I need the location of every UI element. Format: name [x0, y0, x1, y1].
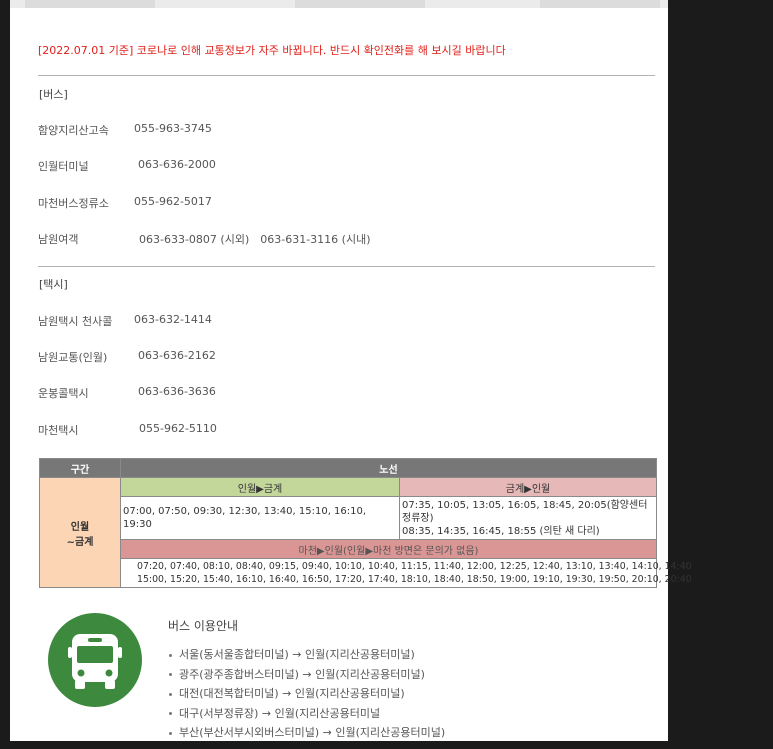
contact-phone: 063-636-3636: [138, 385, 216, 398]
route-b-times: 07:35, 10:05, 13:05, 16:05, 18:45, 20:05…: [399, 496, 657, 540]
taxi-section-title: [택시]: [39, 278, 68, 291]
list-item: 부산(부산서부시외버스터미널) → 인월(지리산공용터미널): [166, 723, 445, 743]
contact-name: 인월터미널: [38, 160, 89, 173]
contact-name: 함양지리산고속: [38, 124, 109, 137]
timetable-section-name: 인월 ~금계: [39, 477, 121, 588]
divider: [38, 75, 655, 76]
contact-name: 남원교통(인월): [38, 351, 108, 364]
times-text: 08:35, 14:35, 16:45, 18:55 (의탄 새 다리): [402, 525, 600, 537]
bullet-icon: [169, 653, 172, 657]
contact-name: 마천택시: [38, 424, 79, 437]
notice-text: [2022.07.01 기준] 코로나로 인해 교통정보가 자주 바뀝니다. 반…: [38, 42, 506, 58]
timetable-header-route: 노선: [120, 458, 657, 478]
contact-phone: 063-633-0807 (시외) 063-631-3116 (시내): [139, 233, 371, 246]
contact-phone: 055-962-5017: [134, 195, 212, 208]
window-frame-bottom: [0, 741, 773, 749]
section-name-line: ~금계: [66, 536, 94, 548]
top-tab[interactable]: [295, 0, 425, 8]
list-item-text: 대구(서부정류장) → 인월(지리산공용터미널: [179, 706, 381, 720]
contact-name: 운봉콜택시: [38, 387, 89, 400]
window-frame-right: [668, 0, 773, 749]
times-text: 07:35, 10:05, 13:05, 16:05, 18:45, 20:05…: [402, 499, 648, 524]
bus-timetable: 구간 노선 인월 ~금계 인월▶금계 금계▶인월 07:00, 07:50, 0…: [39, 458, 692, 588]
route-c-header: 마천▶인월(인월▶마천 방면은 문의가 없음): [120, 539, 657, 559]
contact-phone: 055-962-5110: [139, 422, 217, 435]
list-item: 대구(서부정류장) → 인월(지리산공용터미널: [166, 704, 445, 724]
times-text: 15:00, 15:20, 15:40, 16:10, 16:40, 16:50…: [137, 574, 692, 585]
contact-phone: 063-632-1414: [134, 313, 212, 326]
bullet-icon: [169, 712, 172, 715]
top-tab[interactable]: [540, 0, 660, 8]
section-name-line: 인월: [70, 521, 90, 533]
bullet-icon: [169, 692, 172, 696]
page-content: [2022.07.01 기준] 코로나로 인해 교통정보가 자주 바뀝니다. 반…: [10, 8, 692, 743]
window-frame-left: [0, 0, 10, 749]
contact-phone: 063-636-2162: [138, 349, 216, 362]
list-item: 서울(동서울종합터미널) → 인월(지리산공용터미널): [166, 645, 445, 665]
list-item-text: 대전(대전복합터미널) → 인월(지리산공용터미널): [179, 687, 405, 700]
bullet-icon: [169, 731, 172, 735]
timetable-header-section: 구간: [39, 458, 121, 478]
contact-name: 남원여객: [38, 233, 79, 246]
times-text: 07:00, 07:50, 09:30, 12:30, 13:40, 15:10…: [123, 506, 367, 530]
notice-message: 코로나로 인해 교통정보가 자주 바뀝니다. 반드시 확인전화를 해 보시길 바…: [133, 44, 506, 57]
list-item-text: 서울(동서울종합터미널) → 인월(지리산공용터미널): [179, 648, 415, 661]
list-item: 대전(대전복합터미널) → 인월(지리산공용터미널): [166, 684, 445, 704]
contact-phone: 063-636-2000: [138, 158, 216, 171]
top-tab[interactable]: [25, 0, 155, 8]
bus-guide-title: 버스 이용안내: [168, 619, 239, 633]
bus-icon-graphic: [68, 634, 122, 689]
times-text: 07:20, 07:40, 08:10, 08:40, 09:15, 09:40…: [137, 561, 692, 572]
list-item-text: 부산(부산서부시외버스터미널) → 인월(지리산공용터미널): [179, 726, 446, 739]
notice-date: [2022.07.01 기준]: [38, 44, 134, 57]
bullet-icon: [169, 673, 172, 676]
divider: [38, 266, 655, 267]
top-tab-strip: [10, 0, 668, 8]
contact-name: 마천버스정류소: [38, 197, 109, 210]
bus-guide-list: 서울(동서울종합터미널) → 인월(지리산공용터미널) 광주(광주종합버스터미널…: [166, 645, 445, 743]
route-c-times: 07:20, 07:40, 08:10, 08:40, 09:15, 09:40…: [120, 558, 692, 588]
route-b-header: 금계▶인월: [399, 477, 657, 497]
list-item-text: 광주(광주종합버스터미널) → 인월(지리산공용터미널): [179, 667, 425, 681]
bus-icon: [48, 613, 142, 707]
contact-phone: 055-963-3745: [134, 122, 212, 135]
bus-section-title: [버스]: [39, 88, 68, 101]
route-a-times: 07:00, 07:50, 09:30, 12:30, 13:40, 15:10…: [120, 496, 400, 540]
list-item: 광주(광주종합버스터미널) → 인월(지리산공용터미널): [166, 665, 445, 685]
contact-name: 남원택시 천사콜: [38, 315, 113, 328]
route-a-header: 인월▶금계: [120, 477, 400, 497]
